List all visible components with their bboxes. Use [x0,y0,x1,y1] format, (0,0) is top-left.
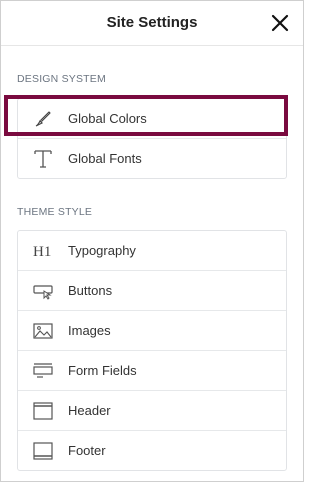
close-button[interactable] [271,14,289,32]
theme-style-item-label: Footer [68,443,106,458]
theme-style-item-label: Buttons [68,283,113,298]
font-icon [32,148,54,170]
form-fields-icon [32,360,54,382]
site-settings-panel: Site Settings DESIGN SYSTEM Global Color… [0,0,304,482]
design-system-group: Global Colors Global Fonts [17,98,287,179]
design-system-item-global-colors[interactable]: Global Colors [18,99,286,139]
theme-style-item-buttons[interactable]: Buttons [18,271,286,311]
image-icon [32,320,54,342]
close-icon [271,14,289,32]
theme-style-group: H1 Typography Buttons Images Form Fields… [17,230,287,471]
theme-style-item-typography[interactable]: H1 Typography [18,231,286,271]
section-title-design-system: DESIGN SYSTEM [17,73,106,85]
theme-style-item-label: Header [68,403,111,418]
theme-style-item-footer[interactable]: Footer [18,431,286,470]
theme-style-item-label: Typography [68,243,136,258]
panel-header: Site Settings [1,1,303,46]
theme-style-item-images[interactable]: Images [18,311,286,351]
theme-style-item-header[interactable]: Header [18,391,286,431]
h1-icon: H1 [32,240,54,262]
theme-style-item-label: Form Fields [68,363,137,378]
design-system-item-label: Global Colors [68,111,147,126]
theme-style-item-form-fields[interactable]: Form Fields [18,351,286,391]
svg-text:H1: H1 [33,244,51,260]
header-icon [32,400,54,422]
section-title-theme-style: THEME STYLE [17,206,93,218]
button-icon [32,280,54,302]
design-system-item-global-fonts[interactable]: Global Fonts [18,139,286,178]
theme-style-item-label: Images [68,323,111,338]
brush-icon [32,108,54,130]
footer-icon [32,440,54,462]
design-system-item-label: Global Fonts [68,151,142,166]
panel-title: Site Settings [106,14,198,31]
